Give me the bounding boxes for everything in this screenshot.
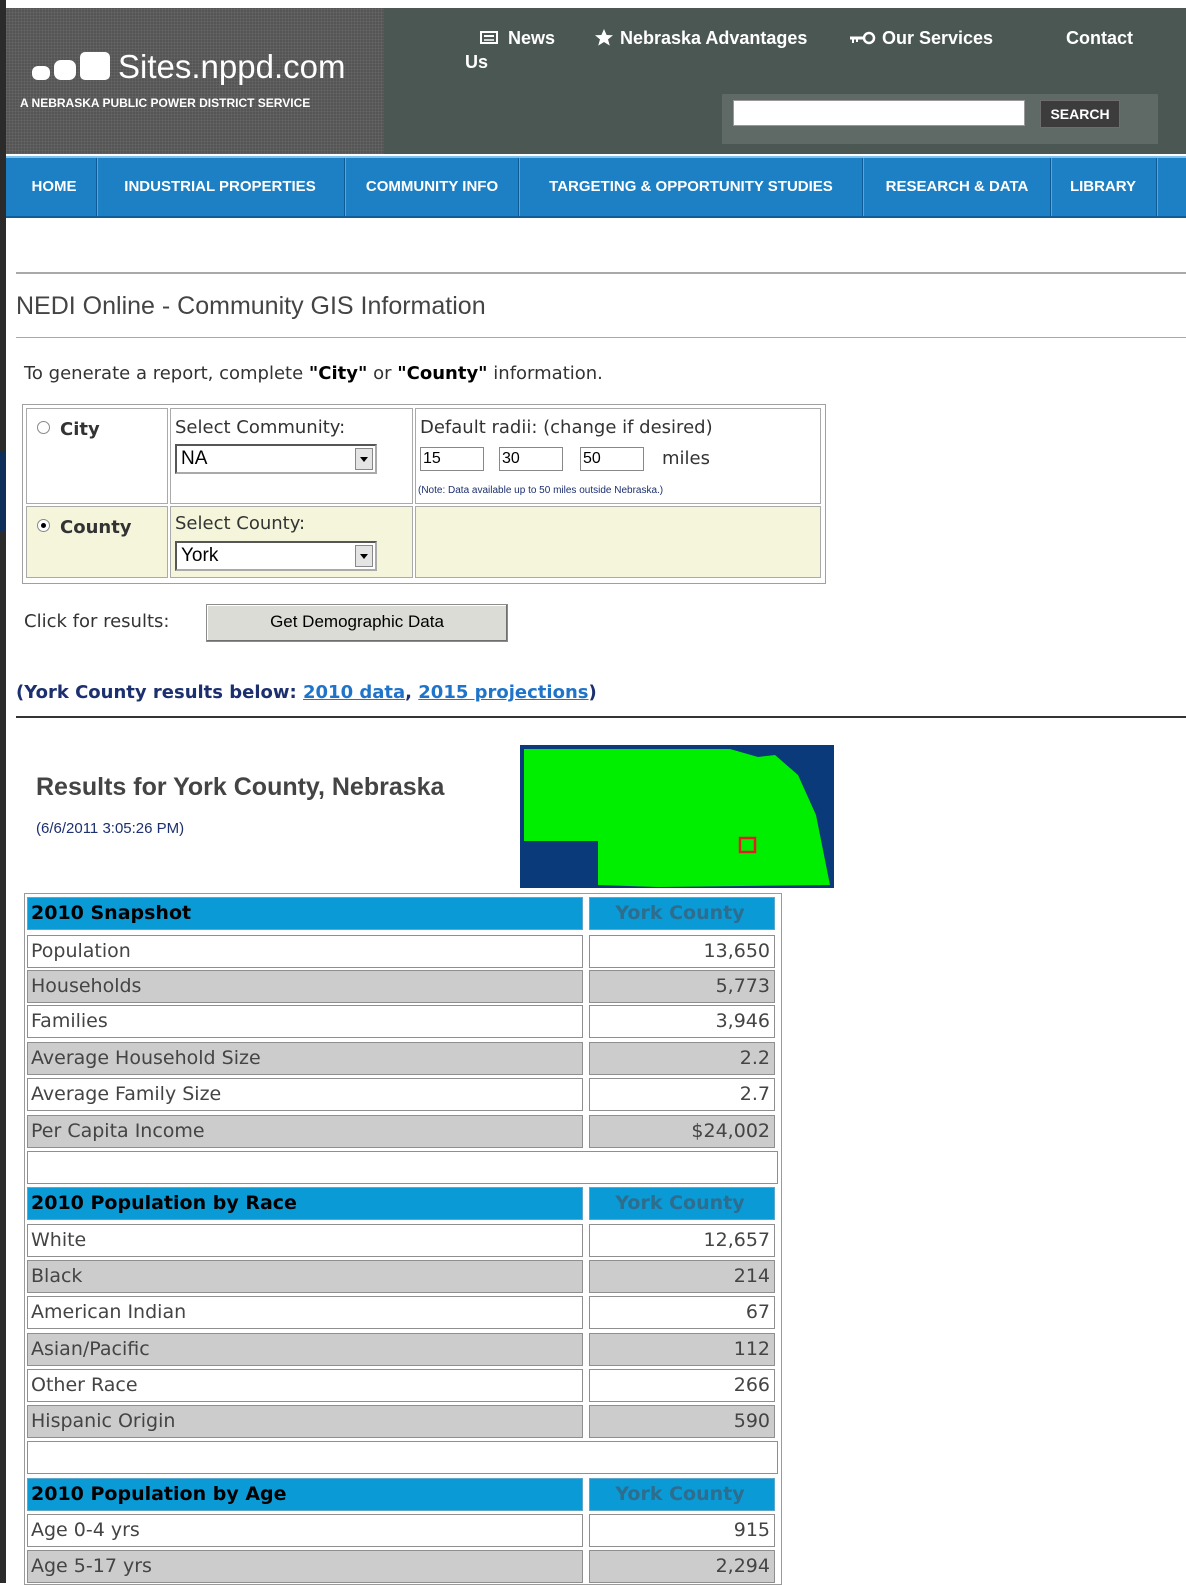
news-link[interactable]: News: [478, 28, 555, 49]
results-timestamp: (6/6/2011 3:05:26 PM): [36, 820, 185, 837]
nav-targeting-studies[interactable]: TARGETING & OPPORTUNITY STUDIES: [520, 158, 862, 216]
nebraska-advantages-label: Nebraska Advantages: [620, 28, 808, 48]
table-row: Per Capita Income $24,002: [27, 1115, 778, 1148]
nav-library[interactable]: LIBRARY: [1052, 158, 1154, 216]
divider: [16, 272, 1186, 274]
empty-cell: [415, 506, 821, 578]
nebraska-advantages-link[interactable]: Nebraska Advantages: [594, 28, 807, 49]
nav-research-data[interactable]: RESEARCH & DATA: [864, 158, 1050, 216]
city-radio[interactable]: City: [37, 419, 100, 440]
select-community-label: Select Community:: [175, 417, 346, 438]
table-row: Age 0-4 yrs 915: [27, 1514, 778, 1547]
divider: [16, 337, 1186, 338]
results-title: Results for York County, Nebraska: [36, 773, 445, 801]
contact-link[interactable]: Contact: [1066, 28, 1133, 49]
contact-us-wrap[interactable]: Us: [465, 52, 488, 73]
site-header: Sites.nppd.com A NEBRASKA PUBLIC POWER D…: [6, 8, 1186, 154]
radii-label: Default radii: (change if desired): [420, 417, 713, 438]
table-row: Asian/Pacific 112: [27, 1333, 778, 1366]
click-label: Click for results:: [24, 611, 170, 632]
table-row: Average Household Size 2.2: [27, 1042, 778, 1075]
county-cell: County: [26, 506, 168, 578]
city-cell: City: [26, 408, 168, 504]
table-row: Age 5-17 yrs 2,294: [27, 1550, 778, 1583]
radii-note: (Note: Data available up to 50 miles out…: [418, 485, 664, 496]
table-row: Population 13,650: [27, 935, 778, 968]
logo-tagline: A NEBRASKA PUBLIC POWER DISTRICT SERVICE: [20, 96, 311, 110]
table-row: Average Family Size 2.7: [27, 1078, 778, 1111]
community-select[interactable]: NA: [175, 444, 377, 474]
search-button[interactable]: SEARCH: [1040, 100, 1120, 128]
nav-community-info[interactable]: COMMUNITY INFO: [346, 158, 518, 216]
table-header: 2010 Population by Race York County: [27, 1187, 778, 1220]
table-row: Families 3,946: [27, 1005, 778, 1038]
chevron-down-icon[interactable]: [355, 545, 373, 567]
table-row: Households 5,773: [27, 970, 778, 1003]
table-row: Black 214: [27, 1260, 778, 1293]
link-2015-projections[interactable]: 2015 projections: [418, 682, 588, 703]
our-services-label: Our Services: [882, 28, 994, 48]
divider: [16, 716, 1186, 718]
search-input[interactable]: [733, 100, 1025, 126]
radius-3-input[interactable]: 50: [580, 447, 644, 471]
logo-text[interactable]: Sites.nppd.com: [118, 48, 345, 86]
get-demographic-data-button[interactable]: Get Demographic Data: [206, 604, 508, 642]
table-spacer-row: [27, 1151, 778, 1184]
radius-1-input[interactable]: 15: [420, 447, 484, 471]
table-header: 2010 Snapshot York County: [27, 897, 778, 930]
table-row: Other Race 266: [27, 1369, 778, 1402]
instructions: To generate a report, complete "City" or…: [24, 363, 603, 384]
results-links: (York County results below: 2010 data, 2…: [16, 682, 597, 703]
star-icon: [595, 29, 613, 46]
table-row: Hispanic Origin 590: [27, 1405, 778, 1438]
select-county-label: Select County:: [175, 513, 306, 534]
table-row: American Indian 67: [27, 1296, 778, 1329]
radii-unit: miles: [662, 448, 710, 469]
main-nav: HOME INDUSTRIAL PROPERTIES COMMUNITY INF…: [6, 156, 1186, 218]
county-radio-icon[interactable]: [37, 519, 50, 532]
link-2010-data[interactable]: 2010 data: [303, 682, 405, 703]
radius-2-input[interactable]: 30: [499, 447, 563, 471]
table-header: 2010 Population by Age York County: [27, 1478, 778, 1511]
logo-panel: Sites.nppd.com A NEBRASKA PUBLIC POWER D…: [6, 8, 384, 154]
news-label: News: [508, 28, 556, 48]
chevron-down-icon[interactable]: [355, 448, 373, 470]
page-title: NEDI Online - Community GIS Information: [16, 292, 486, 320]
city-radio-icon[interactable]: [37, 421, 50, 434]
window-left-accent: [0, 451, 6, 531]
county-select[interactable]: York: [175, 541, 377, 571]
table-spacer-row: [27, 1441, 778, 1474]
logo-blocks-icon: [32, 52, 110, 80]
county-radio[interactable]: County: [37, 517, 132, 538]
nav-industrial-properties[interactable]: INDUSTRIAL PROPERTIES: [98, 158, 342, 216]
our-services-link[interactable]: Our Services: [848, 28, 993, 49]
news-icon: [480, 31, 498, 44]
key-icon: [850, 31, 876, 45]
table-row: White 12,657: [27, 1224, 778, 1257]
nav-home[interactable]: HOME: [14, 158, 94, 216]
nebraska-location-map: [520, 745, 834, 888]
window-left-edge: [0, 0, 6, 1583]
